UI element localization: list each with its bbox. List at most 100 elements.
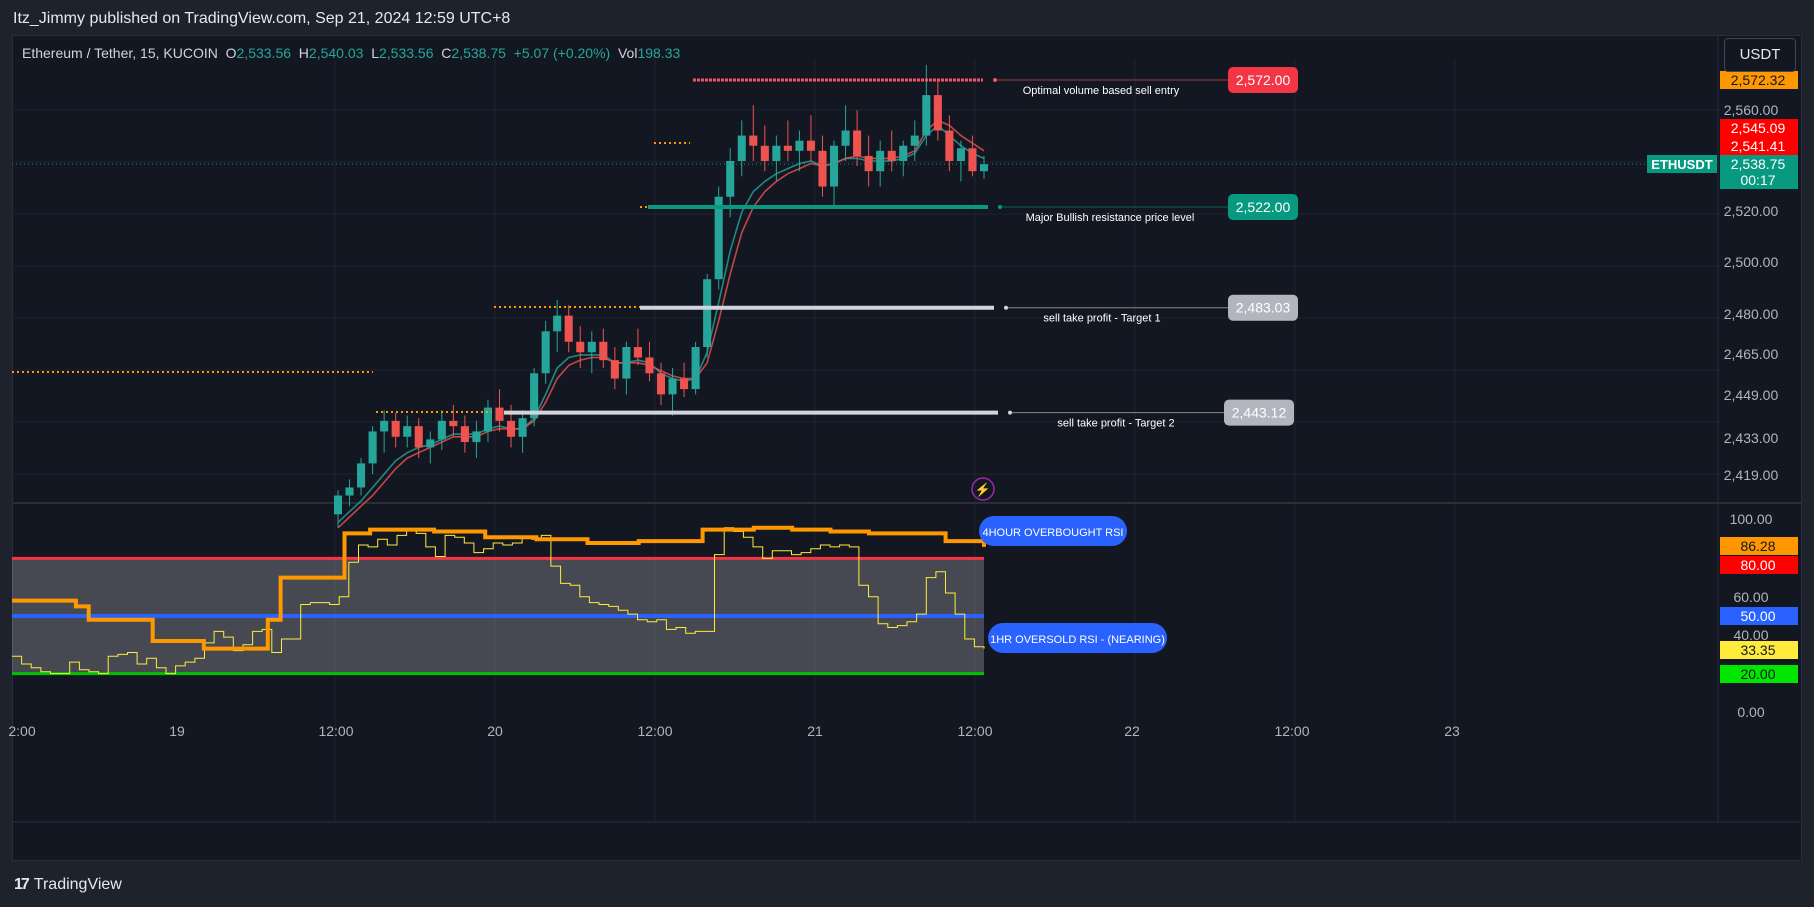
price-axis-label-text: 00:17 [1740, 172, 1775, 188]
lightning-glyph: ⚡ [975, 482, 991, 498]
candle-body [564, 315, 573, 342]
high-label: H [298, 45, 309, 61]
rsi-axis-label-text: 33.35 [1740, 642, 1775, 658]
rsi-axis-tick: 40.00 [1733, 627, 1768, 643]
level-price-text: 2,443.12 [1232, 405, 1287, 421]
candle-body [968, 148, 977, 172]
rsi-axis-label-text: 50.00 [1740, 608, 1775, 624]
candle-body [656, 373, 666, 395]
candle-body [518, 418, 527, 437]
time-axis-tick: 23 [1444, 723, 1460, 739]
rsi-axis-label-text: 20.00 [1740, 666, 1775, 682]
candle-body [933, 95, 942, 131]
candle-body [899, 145, 908, 161]
level-price-text: 2,572.00 [1236, 72, 1291, 88]
footer: 17 TradingView [0, 861, 1814, 907]
price-axis-tick: 2,419.00 [1724, 467, 1779, 483]
candle-body [610, 360, 619, 379]
price-chart[interactable]: 2,572.00 Optimal volume based sell entry 2… [0, 0, 1814, 907]
level-annotation: sell take profit - Target 1 [1043, 313, 1160, 325]
price-axis-tick: 2,560.00 [1724, 102, 1779, 118]
candle-body [864, 155, 873, 172]
time-axis-tick: 12:00 [318, 723, 353, 739]
level-anchor [993, 78, 997, 82]
price-axis-tick: 2,520.00 [1724, 203, 1779, 219]
candle-body [922, 95, 931, 136]
candle-body [506, 420, 516, 437]
price-axis-label-text: 2,538.75 [1731, 156, 1786, 172]
price-axis-label-text: 2,572.32 [1731, 72, 1786, 88]
rsi-axis-label-text: 86.28 [1740, 538, 1775, 554]
time-axis-tick: 21 [807, 723, 823, 739]
price-axis-tick: 2,500.00 [1724, 254, 1779, 270]
candle-body [818, 150, 827, 187]
level-anchor [1004, 305, 1008, 310]
candle-body [345, 487, 354, 496]
candle-body [737, 135, 746, 161]
candle-body [668, 378, 677, 395]
time-axis-tick: 12:00 [957, 723, 992, 739]
price-axis-tick: 2,465.00 [1724, 346, 1779, 362]
rsi-axis-tick: 0.00 [1737, 704, 1764, 720]
candle-body [714, 196, 723, 280]
price-axis-label-text: 2,541.41 [1731, 138, 1786, 154]
price-axis-label-text: 2,545.09 [1731, 120, 1786, 136]
candle-body [414, 426, 423, 448]
candle-body [437, 420, 446, 440]
time-axis-tick: 2:00 [8, 723, 35, 739]
symbol-tag-text: ETHUSDT [1651, 157, 1712, 172]
level-price-text: 2,483.03 [1236, 300, 1291, 316]
candle-body [853, 130, 862, 156]
close-label: C [441, 45, 452, 61]
price-axis-tick: 2,480.00 [1724, 306, 1779, 322]
candle-body [726, 160, 735, 197]
candle-body [691, 347, 700, 390]
candle-body [645, 357, 654, 374]
candle-body [910, 135, 919, 146]
price-axis-tick: 2,449.00 [1724, 387, 1779, 403]
volume-label: Vol [617, 45, 638, 61]
candle-body [357, 463, 366, 488]
symbol-name: Ethereum / Tether, 15, KUCOIN [22, 45, 218, 61]
candle-body [576, 341, 585, 353]
candle-body [460, 426, 469, 443]
candle-body [622, 347, 631, 379]
candle-body [783, 145, 792, 151]
candle-body [806, 140, 816, 151]
candle-body [599, 341, 608, 361]
candle-body [829, 145, 839, 187]
tradingview-logo[interactable]: 17 TradingView [14, 876, 122, 894]
candle-body [680, 378, 689, 390]
candle-body [956, 148, 965, 161]
rsi-axis-tick: 100.00 [1730, 511, 1773, 527]
candle-body [391, 420, 400, 437]
rsi-annotation-text: 1HR OVERSOLD RSI - (NEARING) [990, 634, 1165, 646]
candle-body [368, 431, 377, 464]
candle-body [979, 164, 989, 172]
candle-body [841, 130, 850, 146]
candle-body [749, 135, 758, 146]
low-value: 2,533.56 [379, 45, 434, 61]
candle-body [333, 495, 343, 515]
candle-body [772, 145, 781, 161]
candle-body [541, 331, 550, 374]
change-value: +5.07 (+0.20%) [513, 45, 611, 61]
high-value: 2,540.03 [308, 45, 364, 61]
candle-body [449, 420, 458, 427]
candle-body [876, 150, 885, 172]
candle-body [945, 130, 954, 161]
tv-brand: TradingView [33, 876, 122, 893]
tv-logo-icon: 17 [14, 876, 30, 893]
candle-body [795, 140, 804, 151]
candle-body [380, 420, 389, 432]
candle-body [426, 439, 435, 448]
time-axis-tick: 19 [169, 723, 185, 739]
low-label: L [371, 45, 379, 61]
currency-button[interactable]: USDT [1724, 38, 1796, 72]
rsi-axis-tick: 60.00 [1733, 589, 1768, 605]
open-label: O [225, 45, 237, 61]
time-axis-tick: 20 [487, 723, 503, 739]
candle-body [633, 347, 642, 358]
rsi-axis-label-text: 80.00 [1740, 557, 1775, 573]
price-axis-tick: 2,433.00 [1724, 430, 1779, 446]
